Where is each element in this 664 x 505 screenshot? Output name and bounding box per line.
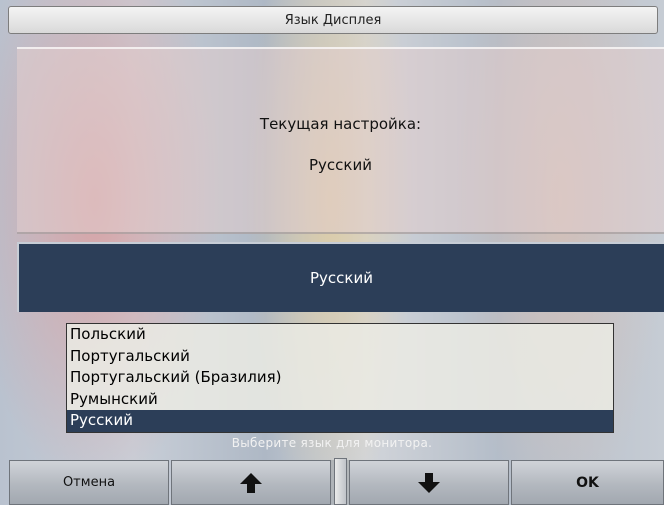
list-item-portuguese-brazil[interactable]: Португальский (Бразилия)	[67, 367, 613, 389]
window-title-text: Язык Дисплея	[284, 12, 382, 28]
ok-button-label: OK	[576, 474, 599, 491]
window-title: Язык Дисплея	[8, 6, 658, 34]
current-setting-value: Русский	[309, 156, 372, 174]
selected-language-text: Русский	[310, 269, 373, 287]
list-item-label: Португальский	[70, 346, 190, 365]
scroll-down-button[interactable]	[349, 460, 509, 505]
selected-language-display: Русский	[17, 242, 664, 312]
cancel-button-label: Отмена	[62, 475, 116, 490]
scroll-up-button[interactable]	[171, 460, 331, 505]
hint-text: Выберите язык для монитора.	[231, 436, 433, 450]
cancel-button[interactable]: Отмена	[9, 460, 169, 505]
list-item-label: Румынский	[70, 389, 158, 408]
list-item-russian[interactable]: Русский	[67, 410, 613, 432]
scrollbar-thumb[interactable]	[334, 458, 347, 505]
ok-button[interactable]: OK	[511, 460, 664, 505]
language-list[interactable]: Польский Португальский Португальский (Бр…	[66, 323, 614, 433]
list-item-label: Польский	[70, 325, 146, 343]
arrow-down-icon	[417, 471, 441, 495]
list-item-romanian[interactable]: Румынский	[67, 389, 613, 411]
list-item-label: Португальский (Бразилия)	[70, 368, 282, 387]
list-item-polish[interactable]: Польский	[67, 324, 613, 346]
list-item-label: Русский	[70, 411, 133, 430]
list-item-portuguese[interactable]: Португальский	[67, 346, 613, 368]
current-setting-panel: Текущая настройка: Русский	[17, 47, 664, 234]
arrow-up-icon	[239, 471, 263, 495]
current-setting-label: Текущая настройка:	[259, 115, 422, 133]
